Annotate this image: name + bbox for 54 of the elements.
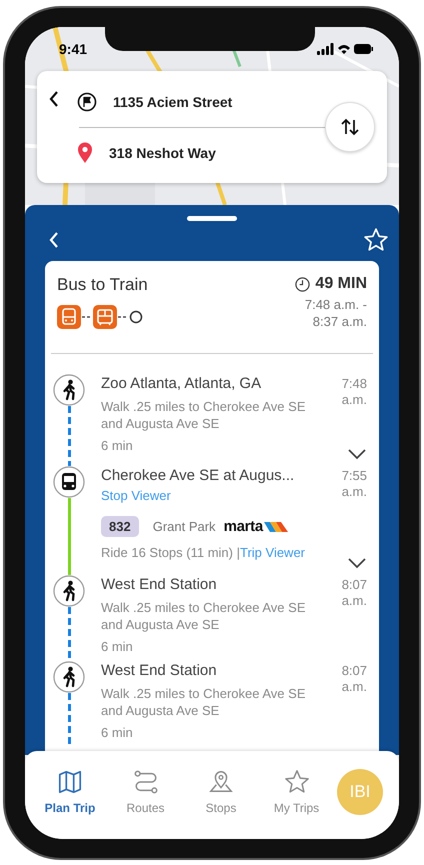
leg-duration: 6 min [101,724,134,741]
chevron-icon[interactable] [347,448,367,460]
stop-name: Cherokee Ave SE at Augus... [101,466,296,486]
departure-time: 7:48 a.m. - [304,296,367,313]
walk-directions: Walk .25 miles to Cherokee Ave SE and Augusta Ave SE [101,599,306,633]
destination-dot-icon [129,310,143,324]
arrival-time: 7:55 a.m. [340,467,367,501]
walking-person-icon [53,575,85,607]
leg-duration: 6 min [101,437,134,454]
trip-title: Bus to Train [57,275,148,295]
leg-duration: 6 min [101,638,134,655]
nav-tab[interactable]: Routes [110,769,180,815]
stop-name: West End Station [101,661,218,681]
walking-person-icon [53,661,85,693]
destination-field[interactable]: 318 Neshot Way [109,144,216,160]
route-headsign: Grant Park [152,519,216,534]
stop-name: West End Station [101,575,218,595]
chevron-icon[interactable] [347,557,367,569]
routes-icon [132,769,158,795]
trip-duration: 49 MIN [315,275,367,293]
drag-handle[interactable] [187,216,237,221]
nav-tab[interactable]: Stops [186,769,256,815]
origin-field[interactable]: 1135 Aciem Street [113,94,232,110]
status-icons [317,43,373,55]
map-pin-icon [208,769,234,795]
star-icon[interactable] [363,227,389,253]
location-pin-icon [77,142,93,164]
dashed-connector-line [118,316,128,318]
swap-icon [340,117,360,137]
dashed-connector-line [82,316,92,318]
flag-icon [77,92,97,112]
arrival-time: 8:07 a.m. [340,576,367,610]
walking-person-icon [53,374,85,406]
swap-button[interactable] [325,102,375,152]
star-icon [284,769,310,795]
map-icon [57,769,83,795]
ride-summary: Ride 16 Stops (11 min) | [101,544,240,561]
train-icon [93,305,117,329]
trip-viewer-link[interactable]: Trip Viewer [240,543,306,563]
back-icon[interactable] [49,91,59,107]
walk-directions: Walk .25 miles to Cherokee Ave SE and Augusta Ave SE [101,685,306,719]
stop-name: Zoo Atlanta, Atlanta, GA [101,374,262,394]
clock-icon [295,276,310,292]
nav-tab[interactable]: Plan Trip [35,769,105,815]
bus-icon [57,305,81,329]
arrival-time: 7:48 a.m. [340,375,367,409]
stop-viewer-link[interactable]: Stop Viewer [101,488,171,503]
walk-directions: Walk .25 miles to Cherokee Ave SE and Augusta Ave SE [101,398,306,432]
nav-tab[interactable]: My Trips [262,769,332,815]
route-number: 832 [101,516,139,537]
bus-icon [53,466,85,498]
arrival-time: 8:37 a.m. [312,313,367,330]
agency-logo: marta [224,518,288,535]
arrival-time: 8:07 a.m. [340,662,367,696]
